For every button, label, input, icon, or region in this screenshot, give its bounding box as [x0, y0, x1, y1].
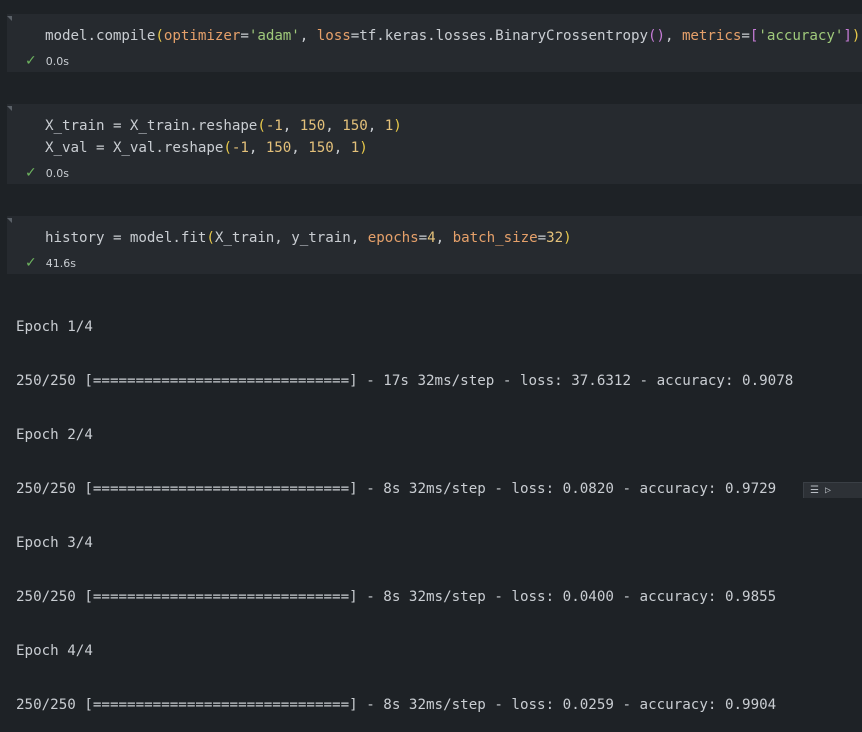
output-line: Epoch 3/4: [16, 535, 93, 551]
check-icon: ✓: [25, 53, 37, 69]
code-line[interactable]: X_val = X_val.reshape(-1, 150, 150, 1): [45, 138, 368, 158]
code-token: (): [647, 28, 665, 44]
code-token: ,: [333, 140, 351, 156]
code-token: ,: [435, 230, 453, 246]
output-line: 250/250 [==============================]…: [16, 373, 794, 389]
code-token: =: [418, 230, 428, 246]
code-token: 1: [384, 118, 394, 134]
cell-status: ✓ 0.0s: [25, 54, 69, 68]
code-token: ): [393, 118, 402, 134]
code-token: -1: [231, 140, 249, 156]
output-toolbar[interactable]: ☰ ▷: [803, 482, 862, 498]
code-token: model.fit: [121, 230, 207, 246]
code-token: 32: [546, 230, 564, 246]
code-token: =: [741, 28, 750, 44]
code-token: X_val.reshape: [104, 140, 224, 156]
output-line: Epoch 4/4: [16, 643, 93, 659]
code-token: (: [155, 28, 164, 44]
code-token: epochs: [367, 230, 419, 246]
code-token: ,: [248, 140, 266, 156]
code-line[interactable]: model.compile(optimizer='adam', loss=tf.…: [45, 26, 860, 46]
code-token: 4: [427, 230, 436, 246]
check-icon: ✓: [25, 165, 37, 181]
code-token: 150: [265, 140, 292, 156]
code-token: ,: [291, 140, 309, 156]
code-token: (: [223, 140, 232, 156]
collapse-icon[interactable]: [7, 104, 13, 128]
code-token: ,: [299, 28, 317, 44]
code-token: model.compile: [45, 28, 156, 44]
output-line: 250/250 [==============================]…: [16, 589, 777, 605]
execution-time: 0.0s: [45, 166, 69, 180]
notebook-cell-reshape[interactable]: X_train = X_train.reshape(-1, 150, 150, …: [7, 104, 862, 184]
code-token: (: [257, 118, 266, 134]
code-token: ,: [664, 28, 682, 44]
code-token: batch_size: [452, 230, 538, 246]
check-icon: ✓: [25, 255, 37, 271]
notebook-cell-compile[interactable]: model.compile(optimizer='adam', loss=tf.…: [7, 14, 862, 72]
output-line: 250/250 [==============================]…: [16, 697, 777, 713]
code-token: 150: [308, 140, 334, 156]
code-token: X_train, y_train,: [214, 230, 368, 246]
code-token: metrics: [681, 28, 742, 44]
cell-output[interactable]: Epoch 1/4 250/250 [=====================…: [16, 284, 793, 732]
code-token: ,: [282, 118, 300, 134]
code-line[interactable]: X_train = X_train.reshape(-1, 150, 150, …: [45, 116, 402, 136]
code-token: =: [240, 28, 249, 44]
code-token: X_train.reshape: [121, 118, 258, 134]
output-line: Epoch 1/4: [16, 319, 93, 335]
code-token: history: [45, 230, 113, 246]
code-token: 'adam': [248, 28, 300, 44]
code-token: 150: [342, 118, 368, 134]
code-token: ): [359, 140, 368, 156]
code-token: (: [206, 230, 215, 246]
execution-time: 41.6s: [45, 256, 76, 270]
code-token: ): [851, 28, 861, 44]
code-token: loss: [316, 28, 351, 44]
code-token: X_train: [45, 118, 113, 134]
collapse-icon[interactable]: [7, 216, 13, 240]
code-token: ,: [367, 118, 385, 134]
code-token: optimizer: [163, 28, 241, 44]
code-token: ,: [325, 118, 343, 134]
notebook-cell-fit[interactable]: history = model.fit(X_train, y_train, ep…: [7, 216, 862, 274]
code-token: ): [563, 230, 572, 246]
code-token: -1: [265, 118, 283, 134]
code-line[interactable]: history = model.fit(X_train, y_train, ep…: [45, 228, 572, 248]
code-token: 1: [350, 140, 360, 156]
wrap-lines-icon[interactable]: ☰: [810, 485, 819, 496]
output-line: 250/250 [==============================]…: [16, 481, 777, 497]
cell-status: ✓ 0.0s: [25, 166, 69, 180]
code-token: =: [537, 230, 547, 246]
output-line: Epoch 2/4: [16, 427, 93, 443]
cell-status: ✓ 41.6s: [25, 256, 76, 270]
collapse-icon[interactable]: [7, 14, 13, 38]
run-icon[interactable]: ▷: [825, 485, 831, 496]
execution-time: 0.0s: [45, 54, 69, 68]
code-token: 150: [299, 118, 326, 134]
code-token: 'accuracy': [758, 28, 844, 44]
code-token: X_val: [45, 140, 96, 156]
code-token: ]: [843, 28, 852, 44]
code-token: =tf.keras.losses.BinaryCrossentropy: [350, 28, 648, 44]
